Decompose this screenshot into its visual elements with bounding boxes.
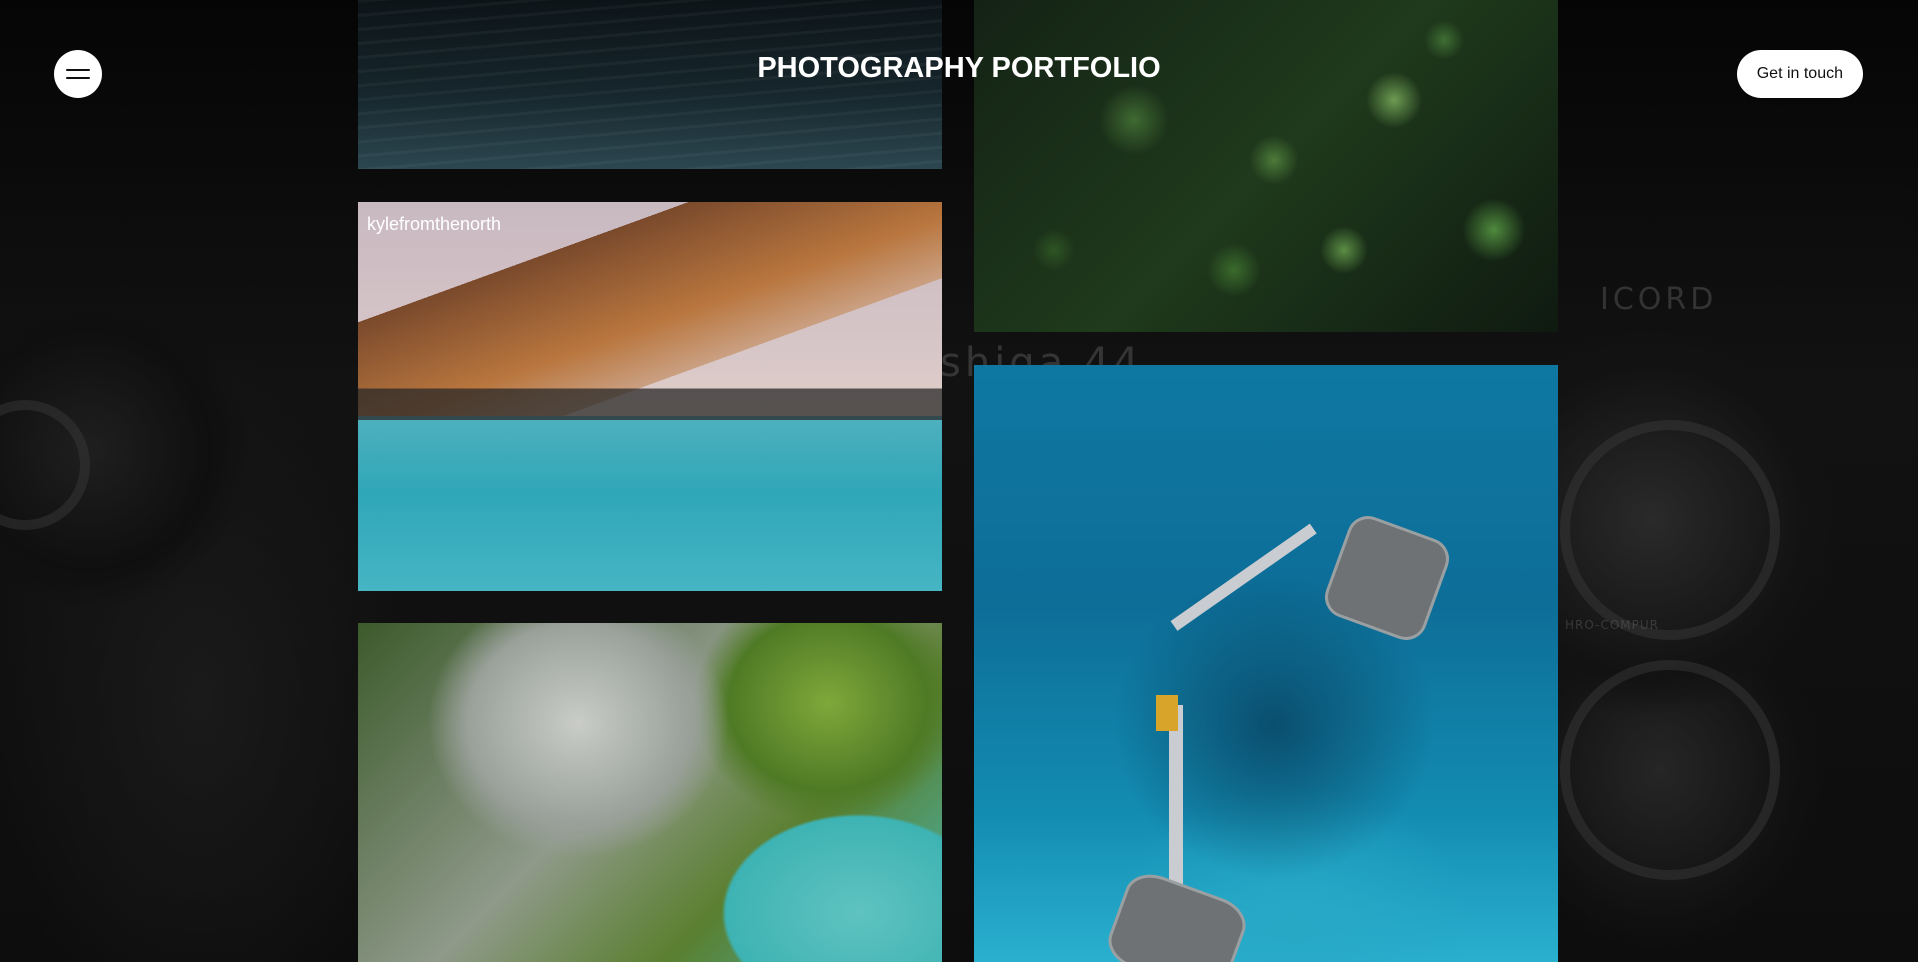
walkway-shape — [1170, 523, 1317, 631]
gallery-photo-bungalow[interactable] — [974, 365, 1558, 962]
bungalow-roof — [1319, 510, 1455, 646]
camera-lens-text: HRO-COMPUR — [1565, 618, 1660, 632]
platform-shape — [1156, 695, 1178, 731]
camera-brand-text: ICORD — [1600, 282, 1718, 317]
gallery-photo-beach[interactable]: kylefromthenorth — [358, 202, 942, 591]
photo-caption: kylefromthenorth — [367, 214, 502, 234]
camera-lens-ring — [1560, 660, 1780, 880]
gallery-photo-lake[interactable] — [358, 623, 942, 962]
gallery-photo-forest[interactable] — [974, 0, 1558, 332]
get-in-touch-button[interactable]: Get in touch — [1736, 50, 1863, 98]
camera-lens-ring — [1560, 420, 1780, 640]
page-title: PHOTOGRAPHY PORTFOLIO — [757, 52, 1161, 84]
walkway-shape — [1169, 705, 1183, 905]
